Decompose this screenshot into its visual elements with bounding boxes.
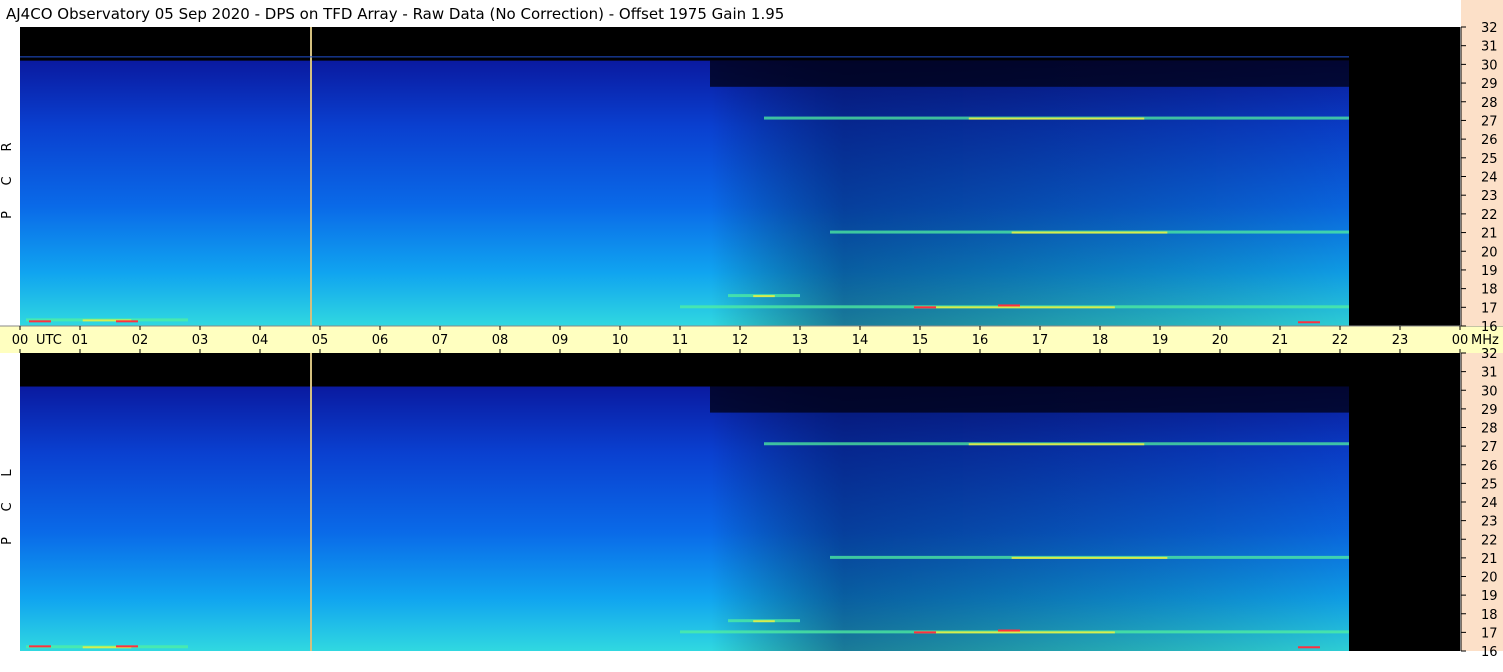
utc-tick-label: 11 bbox=[672, 333, 689, 348]
rfi-band-core bbox=[914, 631, 1115, 634]
polarization-label-char: L bbox=[0, 469, 15, 477]
freq-tick-label: 23 bbox=[1481, 189, 1498, 204]
rfi-band-core bbox=[968, 117, 1145, 120]
utc-tick-label: 00 bbox=[12, 333, 29, 348]
polarization-label-char: R bbox=[0, 142, 15, 151]
utc-tick-label: 20 bbox=[1212, 333, 1229, 348]
utc-tick-label: 07 bbox=[432, 333, 449, 348]
freq-tick-label: 30 bbox=[1481, 384, 1498, 399]
rfi-band-core bbox=[1011, 231, 1168, 234]
freq-tick-label: 32 bbox=[1481, 347, 1498, 362]
freq-axis-rcp: 16 17 18 19 20 21 22 23 24 25 26 27 28 29 30 31 32 bbox=[1460, 0, 1503, 335]
rfi-red-speck bbox=[1298, 321, 1320, 324]
utc-tick-label: 10 bbox=[612, 333, 629, 348]
freq-tick-label: 19 bbox=[1481, 264, 1498, 279]
rfi-red-speck bbox=[29, 645, 51, 648]
utc-tick-label: 09 bbox=[552, 333, 569, 348]
heatmap-top-dark bbox=[710, 386, 1349, 413]
utc-tick-label: 22 bbox=[1332, 333, 1349, 348]
utc-tick-label: 05 bbox=[312, 333, 329, 348]
polarization-label-char: C bbox=[0, 176, 15, 185]
freq-tick-label: 28 bbox=[1481, 96, 1498, 111]
freq-tick-label: 22 bbox=[1481, 533, 1498, 548]
spectrogram-chart: AJ4CO Observatory 05 Sep 2020 - DPS on T… bbox=[0, 0, 1503, 660]
rfi-band-core bbox=[753, 620, 775, 623]
rfi-red-speck bbox=[116, 645, 138, 648]
freq-tick-label: 31 bbox=[1481, 366, 1498, 381]
freq-tick-label: 26 bbox=[1481, 459, 1498, 474]
freq-tick-label: 29 bbox=[1481, 77, 1498, 92]
freq-tick-label: 16 bbox=[1481, 320, 1498, 335]
freq-tick-label: 16 bbox=[1481, 645, 1498, 660]
heatmap-shade bbox=[20, 60, 1349, 326]
freq-tick-label: 32 bbox=[1481, 21, 1498, 36]
utc-tick-label: 03 bbox=[192, 333, 209, 348]
utc-tick-label: 08 bbox=[492, 333, 509, 348]
rfi-band-core bbox=[1011, 556, 1168, 559]
chart-title: AJ4CO Observatory 05 Sep 2020 - DPS on T… bbox=[6, 5, 784, 23]
utc-tick-label: 21 bbox=[1272, 333, 1289, 348]
heatmap-panel-rcp bbox=[20, 27, 1460, 326]
freq-tick-label: 22 bbox=[1481, 208, 1498, 223]
freq-unit-label: MHz bbox=[1471, 333, 1499, 348]
freq-tick-label: 23 bbox=[1481, 515, 1498, 530]
utc-tick-label: 18 bbox=[1092, 333, 1109, 348]
heatmap-panel-lcp bbox=[20, 353, 1460, 651]
freq-tick-label: 20 bbox=[1481, 571, 1498, 586]
freq-tick-label: 19 bbox=[1481, 589, 1498, 604]
utc-tick-label: 06 bbox=[372, 333, 389, 348]
freq-tick-label: 27 bbox=[1481, 114, 1498, 129]
freq-tick-label: 24 bbox=[1481, 496, 1498, 511]
utc-tick-label: 00 bbox=[1452, 333, 1469, 348]
freq-tick-label: 30 bbox=[1481, 58, 1498, 73]
freq-tick-label: 18 bbox=[1481, 283, 1498, 298]
freq-axis-lcp: 16 17 18 19 20 21 22 23 24 25 26 27 28 29 30 31 32 bbox=[1460, 347, 1503, 660]
utc-axis-label: UTC bbox=[36, 333, 62, 348]
rfi-red-speck bbox=[116, 320, 138, 323]
polarization-label-char: P bbox=[0, 211, 15, 219]
rfi-red-speck bbox=[914, 306, 936, 309]
rfi-band-core bbox=[753, 295, 775, 298]
utc-tick-label: 16 bbox=[972, 333, 989, 348]
freq-tick-label: 21 bbox=[1481, 552, 1498, 567]
heatmap-top-dark bbox=[710, 60, 1349, 87]
freq-tick-label: 28 bbox=[1481, 422, 1498, 437]
freq-tick-label: 17 bbox=[1481, 301, 1498, 316]
freq-tick-label: 25 bbox=[1481, 152, 1498, 167]
utc-tick-label: 23 bbox=[1392, 333, 1409, 348]
utc-tick-label: 15 bbox=[912, 333, 929, 348]
rfi-red-speck bbox=[29, 320, 51, 323]
rfi-red-speck bbox=[1298, 646, 1320, 649]
freq-tick-label: 21 bbox=[1481, 227, 1498, 242]
utc-tick-label: 12 bbox=[732, 333, 749, 348]
polarization-label-char: C bbox=[0, 502, 15, 511]
rfi-red-speck bbox=[998, 304, 1020, 307]
freq-tick-label: 24 bbox=[1481, 171, 1498, 186]
utc-tick-label: 19 bbox=[1152, 333, 1169, 348]
freq-tick-label: 25 bbox=[1481, 477, 1498, 492]
freq-tick-label: 26 bbox=[1481, 133, 1498, 148]
rfi-red-speck bbox=[914, 631, 936, 634]
freq-tick-label: 17 bbox=[1481, 626, 1498, 641]
utc-tick-label: 02 bbox=[132, 333, 149, 348]
rfi-band-core bbox=[968, 443, 1145, 446]
utc-tick-label: 13 bbox=[792, 333, 809, 348]
rfi-band-core bbox=[914, 306, 1115, 309]
freq-tick-label: 20 bbox=[1481, 245, 1498, 260]
utc-tick-label: 04 bbox=[252, 333, 269, 348]
rfi-red-speck bbox=[998, 629, 1020, 632]
polarization-label-char: P bbox=[0, 537, 15, 545]
utc-tick-label: 01 bbox=[72, 333, 89, 348]
utc-tick-label: 17 bbox=[1032, 333, 1049, 348]
freq-tick-label: 31 bbox=[1481, 40, 1498, 55]
heatmap-shade bbox=[20, 386, 1349, 651]
utc-tick-label: 14 bbox=[852, 333, 869, 348]
freq-tick-label: 27 bbox=[1481, 440, 1498, 455]
freq-tick-label: 29 bbox=[1481, 403, 1498, 418]
freq-tick-label: 18 bbox=[1481, 608, 1498, 623]
